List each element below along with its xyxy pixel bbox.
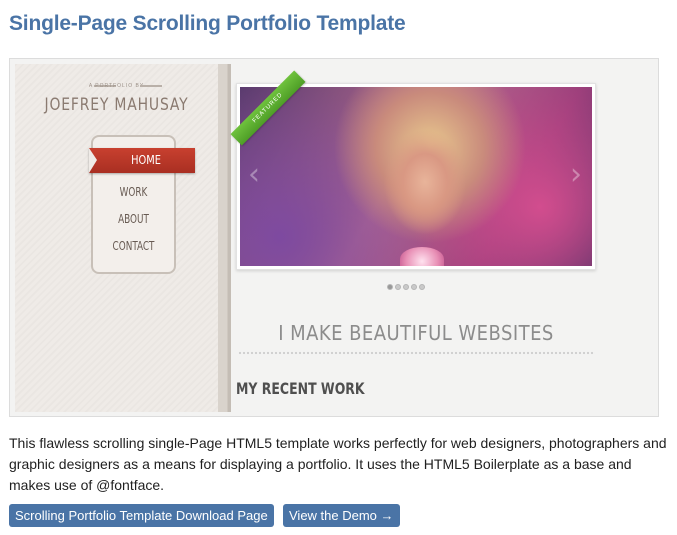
page-title: Single-Page Scrolling Portfolio Template [9,12,406,35]
decorative-bar [140,85,162,87]
featured-photo: ‹ › [240,87,592,266]
template-description: This flawless scrolling single-Page HTML… [9,435,667,493]
preview-tagline: A PORTFOLIO BY [88,83,145,89]
preview-section-heading: MY RECENT WORK [236,379,365,398]
download-page-button[interactable]: Scrolling Portfolio Template Download Pa… [9,504,274,527]
slider-dot [387,284,393,290]
slider-dot [419,284,425,290]
preview-site-name: JOEFREY MAHUSAY [44,95,189,115]
ribbon-notch [89,148,97,173]
preview-sidebar: A PORTFOLIO BY JOEFREY MAHUSAY WORK ABOU… [15,64,218,412]
preview-nav-work: WORK [119,185,148,199]
preview-hero-text: I MAKE BEAUTIFUL WEBSITES [278,321,554,345]
chevron-left-icon: ‹ [248,157,260,192]
preview-nav-about: ABOUT [118,212,149,226]
slider-dot [395,284,401,290]
template-preview-image: A PORTFOLIO BY JOEFREY MAHUSAY WORK ABOU… [9,58,659,417]
view-demo-button[interactable]: View the Demo → [283,504,400,527]
preview-nav-contact: CONTACT [112,239,155,253]
sidebar-edge-shadow [228,64,231,412]
chevron-right-icon: › [570,157,582,192]
sidebar-edge [218,64,228,412]
slider-dot [403,284,409,290]
flower-graphic [400,247,444,266]
dotted-divider [238,351,595,355]
preview-slider: ‹ › FEATURED [230,70,596,270]
slider-dot [411,284,417,290]
preview-nav-home: HOME [131,153,161,167]
